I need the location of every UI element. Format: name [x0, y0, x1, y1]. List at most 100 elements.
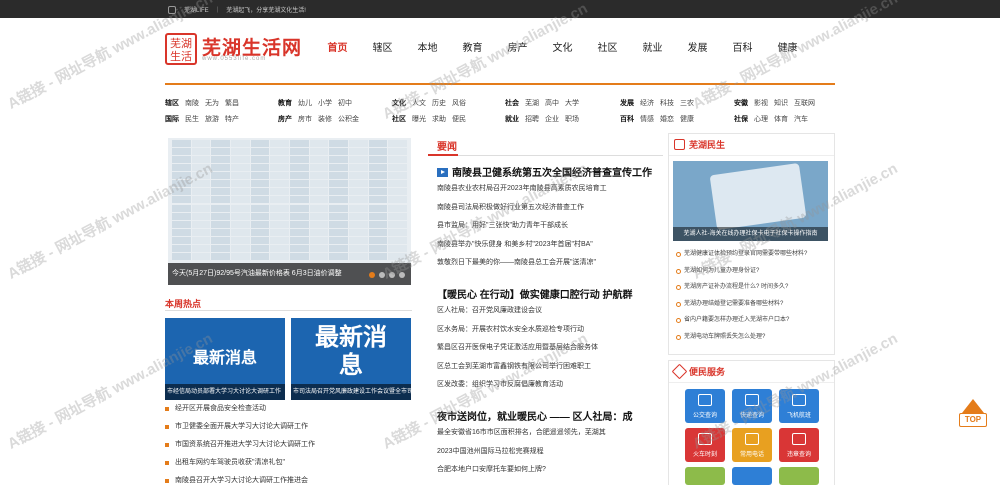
subnav-link[interactable]: 社保	[734, 114, 748, 124]
subnav-link[interactable]: 高中	[545, 98, 559, 108]
nav-local[interactable]: 本地	[405, 39, 450, 54]
list-item[interactable]: 南陵县农业农村局召开2023年南陵县高素质农民培育工	[437, 180, 662, 199]
list-item[interactable]: 芜湖房产证补办流程是什么? 时间多久?	[676, 279, 831, 296]
subnav-link[interactable]: 房市	[298, 114, 312, 124]
list-item[interactable]: 南陵县举办"快乐健身 和美乡村"2023年首届"村BA"	[437, 236, 662, 255]
subnav-link[interactable]: 百科	[620, 114, 634, 124]
nav-culture[interactable]: 文化	[540, 39, 585, 54]
subnav-link[interactable]: 历史	[432, 98, 446, 108]
subnav-link[interactable]: 安徽	[734, 98, 748, 108]
list-item[interactable]: 区发改委：组织学习市反腐倡廉教育活动	[437, 376, 662, 395]
nav-jobs[interactable]: 就业	[630, 39, 675, 54]
home-icon[interactable]	[168, 5, 176, 14]
subnav-link[interactable]: 互联网	[794, 98, 815, 108]
subnav-link[interactable]: 职场	[565, 114, 579, 124]
service-tile[interactable]	[685, 467, 725, 485]
subnav-link[interactable]: 南陵	[185, 98, 199, 108]
subnav-link[interactable]: 教育	[278, 98, 292, 108]
list-item[interactable]: 芜湖如何为儿童办理身份证?	[676, 263, 831, 280]
list-item[interactable]: 县市监局：用好"三张快"助力青年干部成长	[437, 217, 662, 236]
list-item[interactable]: 省内户籍要怎样办理迁入芜湖市户口本?	[676, 312, 831, 329]
subnav-link[interactable]: 大学	[565, 98, 579, 108]
list-item[interactable]: 敦敬烈日下最美的你——南陵县总工会开展"送清凉"	[437, 254, 662, 273]
news-headline-1[interactable]: 南陵县卫健系统第五次全国经济普查宣传工作	[437, 164, 652, 179]
hot-thumb-2[interactable]: 最新消息 市司法局召开党风廉政建设工作会议暨全市司法行政工作会	[291, 318, 411, 400]
slider-dot[interactable]	[389, 272, 395, 278]
list-item[interactable]: 最全安徽省16市市区面积排名，合肥遥遥领先，芜湖其	[437, 424, 662, 443]
nav-home[interactable]: 首页	[315, 39, 360, 54]
list-item[interactable]: 区人社局：召开党风廉政建设会议	[437, 302, 662, 321]
list-item[interactable]: 芜湖电动车牌照丢失怎么处理?	[676, 329, 831, 346]
nav-health[interactable]: 健康	[765, 39, 810, 54]
list-item[interactable]: 繁昌区召开医保电子凭证激活应用暨基层结合服务体	[437, 339, 662, 358]
news-headline-3[interactable]: 夜市送岗位，就业暖民心 —— 区人社局：成	[437, 408, 633, 423]
list-item[interactable]: 出租车网约车驾驶员收获"清凉礼包"	[165, 454, 412, 472]
subnav-link[interactable]: 芜湖	[525, 98, 539, 108]
subnav-link[interactable]: 小学	[318, 98, 332, 108]
list-item[interactable]: 经开区开展食品安全检查活动	[165, 400, 412, 418]
subnav-link[interactable]: 人文	[412, 98, 426, 108]
list-item[interactable]: 南陵县司法局积极做好行业第五次经济普查工作	[437, 199, 662, 218]
nav-wiki[interactable]: 百科	[720, 39, 765, 54]
subnav-link[interactable]: 民生	[185, 114, 199, 124]
list-item[interactable]: 区水务局：开展农村饮水安全水质巡检专项行动	[437, 321, 662, 340]
nav-education[interactable]: 教育	[450, 39, 495, 54]
hot-thumb-1[interactable]: 最新消息 市经信局动员部署大学习大讨论大调研工作	[165, 318, 285, 400]
train-schedule-button[interactable]: 火车时刻	[685, 428, 725, 462]
subnav-link[interactable]: 科技	[660, 98, 674, 108]
list-item[interactable]: 南陵县召开大学习大讨论大调研工作推进会	[165, 472, 412, 490]
minsheng-image-caption[interactable]: 芜湖人社-海关在线办理社保卡电子社保卡操作指南	[673, 227, 828, 241]
slider-dot[interactable]	[379, 272, 385, 278]
service-tile[interactable]	[732, 467, 772, 485]
subnav-link[interactable]: 心理	[754, 114, 768, 124]
subnav-link[interactable]: 影视	[754, 98, 768, 108]
subnav-link[interactable]: 繁昌	[225, 98, 239, 108]
phone-directory-button[interactable]: 常用电话	[732, 428, 772, 462]
slider-dot[interactable]	[399, 272, 405, 278]
list-item[interactable]: 2023中国池州国际马拉松完赛规程	[437, 443, 662, 462]
subnav-link[interactable]: 情感	[640, 114, 654, 124]
logo-seal-icon[interactable]: 芜湖 生活	[165, 33, 197, 65]
subnav-link[interactable]: 企业	[545, 114, 559, 124]
list-item[interactable]: 合肥本地户口安摩托车要如何上牌?	[437, 461, 662, 480]
subnav-link[interactable]: 三农	[680, 98, 694, 108]
subnav-link[interactable]: 社会	[505, 98, 519, 108]
nav-district[interactable]: 辖区	[360, 39, 405, 54]
express-query-button[interactable]: 快递查询	[732, 389, 772, 423]
subnav-link[interactable]: 国际	[165, 114, 179, 124]
subnav-link[interactable]: 发展	[620, 98, 634, 108]
news-headline-2[interactable]: 【暖民心 在行动】做实健康口腔行动 护航群	[437, 286, 633, 301]
list-item[interactable]: 市卫健委全面开展大学习大讨论大调研工作	[165, 418, 412, 436]
violation-query-button[interactable]: 违章查询	[779, 428, 819, 462]
subnav-link[interactable]: 体育	[774, 114, 788, 124]
list-item[interactable]: 区总工会到芜湖市富鑫钢铁有限公司举行困难职工	[437, 358, 662, 377]
subnav-link[interactable]: 就业	[505, 114, 519, 124]
subnav-link[interactable]: 求助	[432, 114, 446, 124]
slider-dot[interactable]	[369, 272, 375, 278]
service-tile[interactable]	[779, 467, 819, 485]
featured-slider[interactable]: 今天(5月27日)92/95号汽油最新价格表 6月3日油价调整	[168, 138, 411, 285]
subnav-link[interactable]: 公积金	[338, 114, 359, 124]
subnav-link[interactable]: 婚恋	[660, 114, 674, 124]
subnav-link[interactable]: 旅游	[205, 114, 219, 124]
subnav-link[interactable]: 招聘	[525, 114, 539, 124]
subnav-link[interactable]: 风俗	[452, 98, 466, 108]
hot-thumb-caption[interactable]: 市司法局召开党风廉政建设工作会议暨全市司法行政工作会	[291, 384, 411, 400]
list-item[interactable]: 芜湖办理结婚登记需要准备哪些材料?	[676, 296, 831, 313]
list-item[interactable]: 芜湖健康证体检预约登录官网需要带哪些材料?	[676, 246, 831, 263]
bus-query-button[interactable]: 公交查询	[685, 389, 725, 423]
subnav-link[interactable]: 汽车	[794, 114, 808, 124]
subnav-link[interactable]: 社区	[392, 114, 406, 124]
nav-community[interactable]: 社区	[585, 39, 630, 54]
nav-realestate[interactable]: 房产	[495, 39, 540, 54]
topbar-site-link[interactable]: 芜湖LIFE	[184, 5, 209, 14]
back-to-top-button[interactable]: TOP	[959, 399, 987, 429]
subnav-link[interactable]: 曝光	[412, 114, 426, 124]
subnav-link[interactable]: 文化	[392, 98, 406, 108]
subnav-link[interactable]: 特产	[225, 114, 239, 124]
subnav-link[interactable]: 初中	[338, 98, 352, 108]
list-item[interactable]: 市国资系统召开推进大学习大讨论大调研工作	[165, 436, 412, 454]
subnav-link[interactable]: 知识	[774, 98, 788, 108]
subnav-link[interactable]: 装修	[318, 114, 332, 124]
nav-development[interactable]: 发展	[675, 39, 720, 54]
